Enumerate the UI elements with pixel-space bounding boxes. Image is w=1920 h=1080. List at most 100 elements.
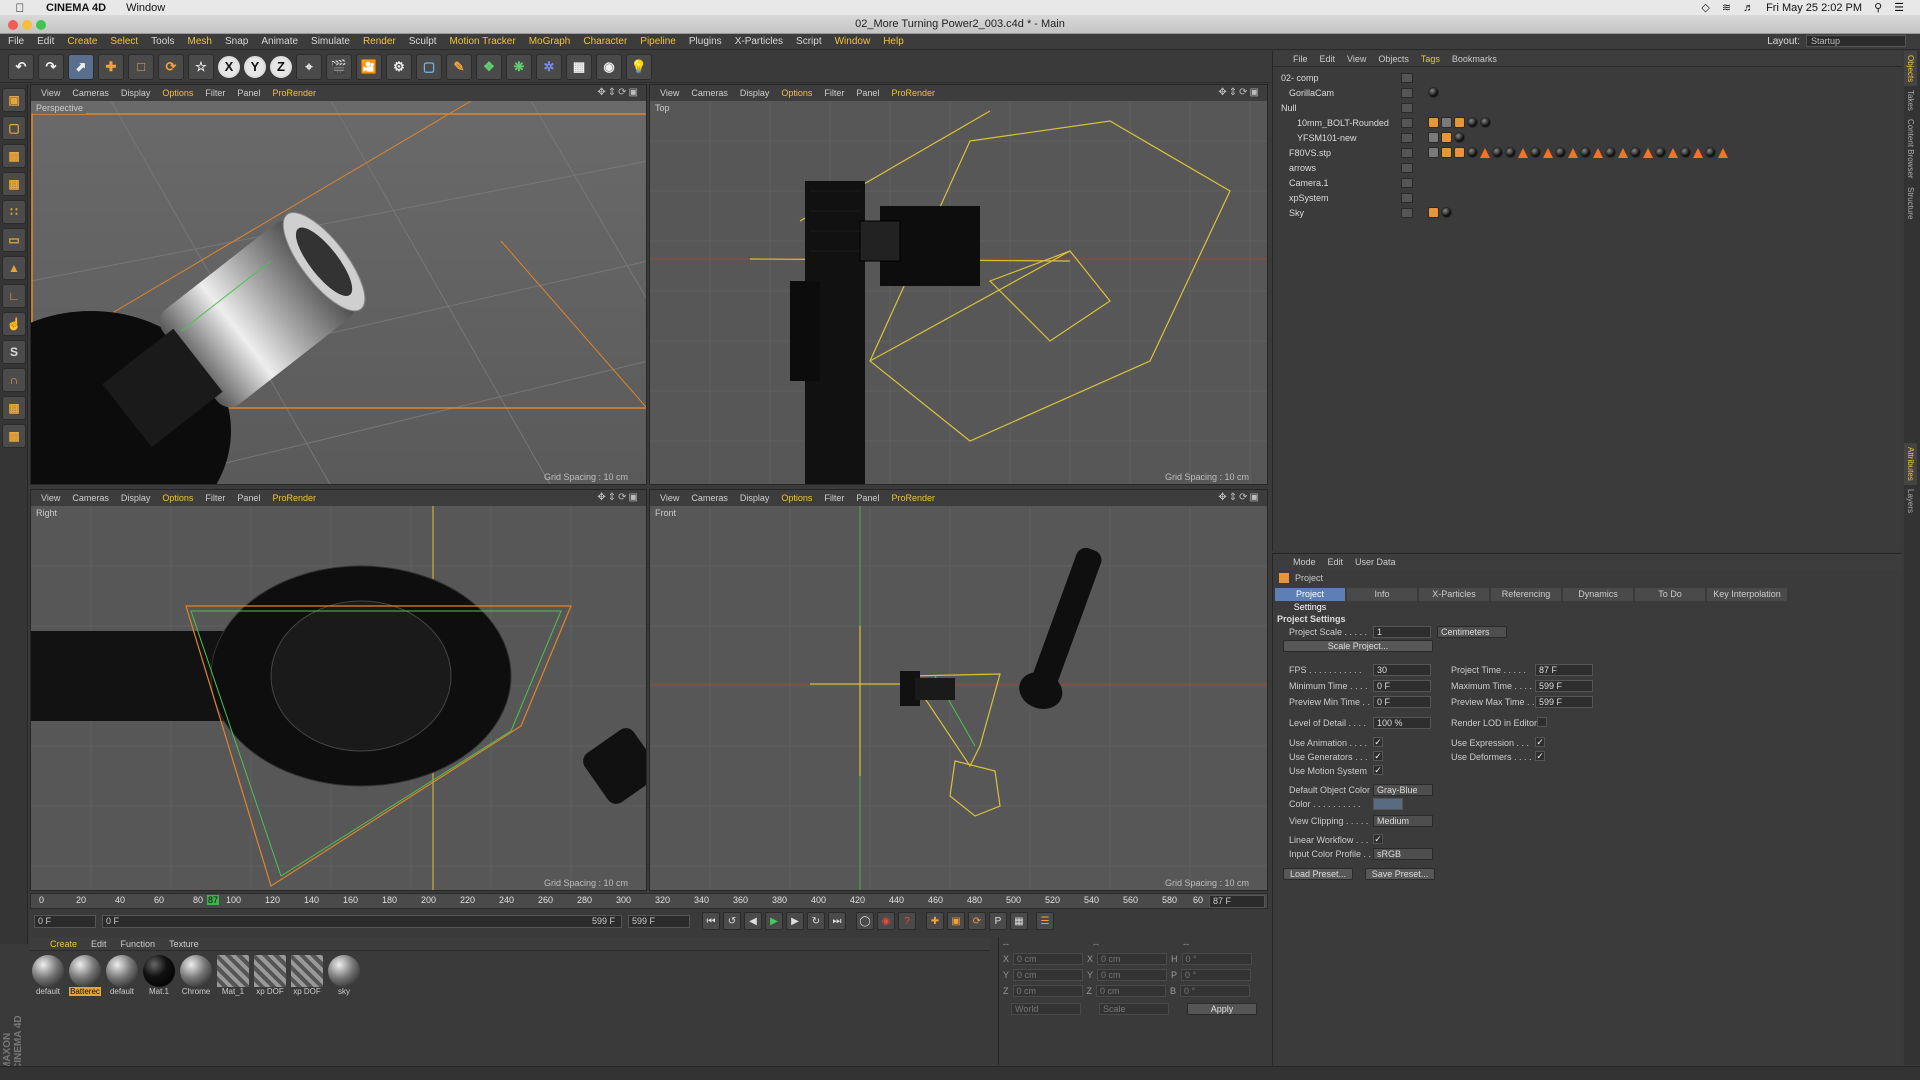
warning-tag-icon[interactable] (1668, 147, 1678, 158)
polygons-mode-icon[interactable]: ▲ (2, 256, 26, 280)
vp-menu-options[interactable]: Options (162, 493, 193, 503)
menu-character[interactable]: Character (583, 36, 627, 47)
vp-menu-view[interactable]: View (41, 493, 60, 503)
menu-edit[interactable]: Edit (37, 36, 54, 47)
object-name[interactable]: Null (1273, 103, 1403, 113)
vp-menu-cameras[interactable]: Cameras (691, 88, 728, 98)
visibility-toggle[interactable] (1401, 177, 1413, 188)
material-tag-icon[interactable] (1630, 147, 1641, 158)
use-motion-checkbox[interactable]: ✓ (1373, 765, 1383, 775)
visibility-toggle[interactable] (1401, 132, 1413, 143)
tweak-mode-icon[interactable]: ☝ (2, 312, 26, 336)
render-settings-icon[interactable]: ⚙ (386, 53, 412, 80)
coord-mode-select[interactable]: Scale (1099, 1003, 1169, 1015)
vp-menu-cameras[interactable]: Cameras (691, 493, 728, 503)
viewport-right[interactable]: View Cameras Display Options Filter Pane… (30, 489, 647, 891)
vp-menu-display[interactable]: Display (121, 493, 151, 503)
viewport-nav-icons[interactable]: ✥⇕⟳▣ (597, 492, 640, 503)
viewport-front[interactable]: View Cameras Display Options Filter Pane… (649, 489, 1268, 891)
material-tag-icon[interactable] (1605, 147, 1616, 158)
visibility-toggle[interactable] (1401, 102, 1413, 113)
warning-tag-icon[interactable] (1643, 147, 1653, 158)
vp-menu-options[interactable]: Options (781, 88, 812, 98)
obj-menu-bookmarks[interactable]: Bookmarks (1452, 54, 1497, 64)
vp-menu-view[interactable]: View (41, 88, 60, 98)
layout-select[interactable]: Startup (1806, 35, 1906, 47)
wifi-icon[interactable]: ≋ (1722, 1, 1731, 14)
attr-menu-edit[interactable]: Edit (1328, 557, 1344, 567)
menu-snap[interactable]: Snap (225, 36, 248, 47)
preview-max-field[interactable]: 599 F (1535, 696, 1593, 708)
menu-motion-tracker[interactable]: Motion Tracker (450, 36, 516, 47)
warning-tag-icon[interactable] (1718, 147, 1728, 158)
tag-icon[interactable] (1454, 117, 1465, 128)
vp-menu-cameras[interactable]: Cameras (72, 493, 109, 503)
obj-menu-tags[interactable]: Tags (1421, 54, 1440, 64)
vp-menu-cameras[interactable]: Cameras (72, 88, 109, 98)
menu-render[interactable]: Render (363, 36, 396, 47)
use-deformers-checkbox[interactable]: ✓ (1535, 751, 1545, 761)
tab-to-do[interactable]: To Do (1635, 588, 1705, 601)
next-frame-icon[interactable]: ▶ (786, 912, 804, 930)
minimize-window-button[interactable] (22, 20, 32, 30)
material-swatch[interactable]: xp DOF (254, 955, 286, 996)
viewport-top[interactable]: View Cameras Display Options Filter Pane… (649, 84, 1268, 485)
render-to-picture-viewer-icon[interactable]: 🎦 (356, 53, 382, 80)
menu-pipeline[interactable]: Pipeline (640, 36, 676, 47)
tab-x-particles[interactable]: X-Particles (1419, 588, 1489, 601)
x-axis-lock-button[interactable]: X (218, 55, 240, 78)
material-tag-icon[interactable] (1454, 132, 1465, 143)
tab-key-interpolation[interactable]: Key Interpolation (1707, 588, 1787, 601)
menu-plugins[interactable]: Plugins (689, 36, 722, 47)
key-position-icon[interactable]: ✚ (926, 912, 944, 930)
attr-menu-mode[interactable]: Mode (1293, 557, 1316, 567)
apply-button[interactable]: Apply (1187, 1003, 1257, 1015)
move-icon[interactable]: ✚ (98, 53, 124, 80)
project-scale-field[interactable]: 1 (1373, 626, 1431, 638)
vp-menu-options[interactable]: Options (781, 493, 812, 503)
workplane-icon[interactable]: ▦ (2, 172, 26, 196)
mat-menu-function[interactable]: Function (121, 939, 156, 949)
visibility-toggle[interactable] (1401, 72, 1413, 83)
z-axis-lock-button[interactable]: Z (270, 55, 292, 78)
rotate-icon[interactable]: ⟳ (158, 53, 184, 80)
dropbox-icon[interactable]: ◇ (1701, 1, 1709, 14)
end-frame-field[interactable]: 599 F (628, 914, 690, 928)
lod-field[interactable]: 100 % (1373, 717, 1431, 729)
object-row[interactable]: YFSM101-new (1273, 130, 1902, 145)
key-pla-icon[interactable]: ▦ (1010, 912, 1028, 930)
visibility-toggle[interactable] (1401, 147, 1413, 158)
visibility-toggle[interactable] (1401, 87, 1413, 98)
menu-simulate[interactable]: Simulate (311, 36, 350, 47)
camera-icon[interactable]: ◉ (596, 53, 622, 80)
material-tag-icon[interactable] (1555, 147, 1566, 158)
warning-tag-icon[interactable] (1618, 147, 1628, 158)
go-to-end-icon[interactable]: ⏭ (828, 912, 846, 930)
material-tag-icon[interactable] (1467, 147, 1478, 158)
object-row[interactable]: Camera.1 (1273, 175, 1902, 190)
warning-tag-icon[interactable] (1593, 147, 1603, 158)
pos-z-field[interactable]: 0 cm (1012, 985, 1083, 997)
tag-icon[interactable] (1454, 147, 1465, 158)
visibility-toggle[interactable] (1401, 207, 1413, 218)
pen-spline-icon[interactable]: ✎ (446, 53, 472, 80)
project-unit-select[interactable]: Centimeters (1437, 626, 1507, 638)
window-menu[interactable]: Window (126, 2, 165, 14)
mat-menu-create[interactable]: Create (50, 939, 77, 949)
tab-dynamics[interactable]: Dynamics (1563, 588, 1633, 601)
object-row[interactable]: F80VS.stp (1273, 145, 1902, 160)
subdivision-icon[interactable]: ❖ (476, 53, 502, 80)
object-row[interactable]: xpSystem (1273, 190, 1902, 205)
vp-menu-filter[interactable]: Filter (824, 88, 844, 98)
close-window-button[interactable] (8, 20, 18, 30)
min-time-field[interactable]: 0 F (1373, 680, 1431, 692)
viewport-nav-icons[interactable]: ✥⇕⟳▣ (597, 87, 640, 98)
start-frame-field[interactable]: 0 F (34, 914, 96, 928)
menu-help[interactable]: Help (883, 36, 904, 47)
key-scale-icon[interactable]: ▣ (947, 912, 965, 930)
max-time-field[interactable]: 599 F (1535, 680, 1593, 692)
warning-tag-icon[interactable] (1693, 147, 1703, 158)
apple-icon[interactable]:  (10, 1, 30, 15)
key-rotation-icon[interactable]: ⟳ (968, 912, 986, 930)
tab-project-settings[interactable]: Project Settings (1275, 588, 1345, 612)
